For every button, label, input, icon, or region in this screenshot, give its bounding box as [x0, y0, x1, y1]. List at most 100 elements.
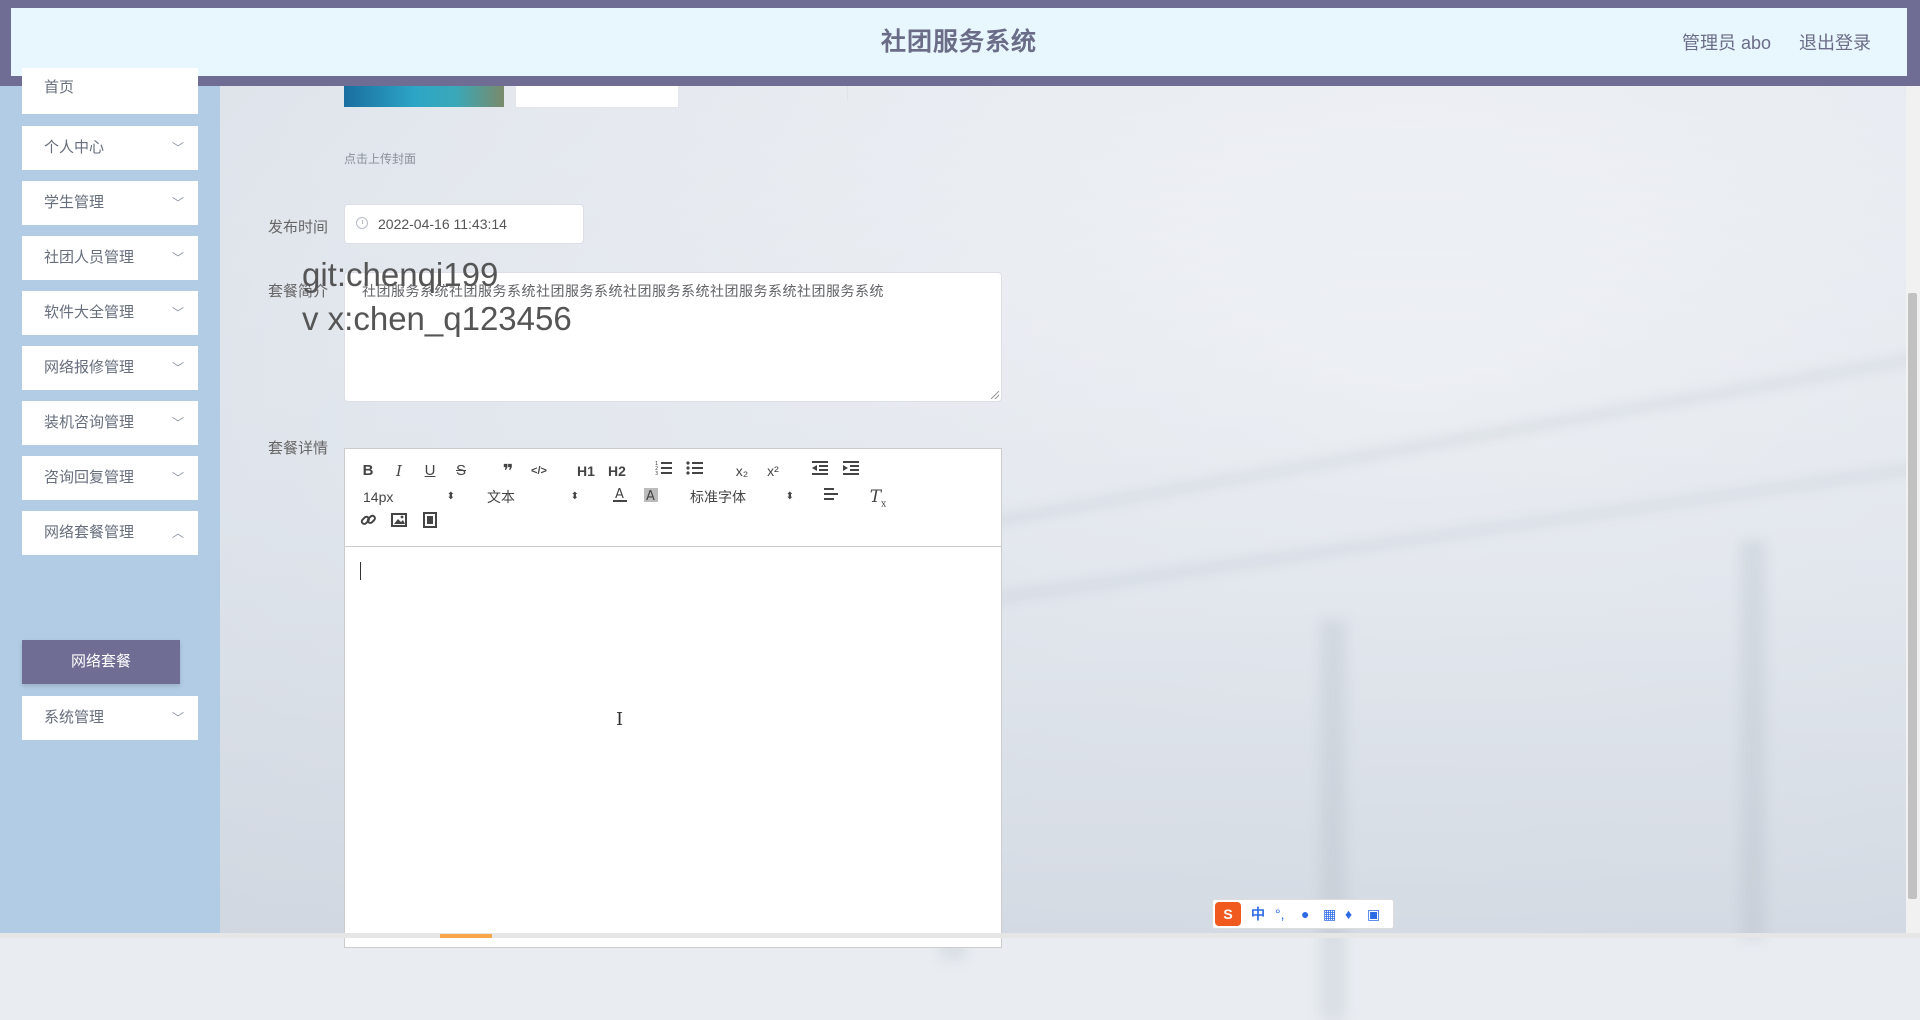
svg-text:A: A [646, 489, 655, 504]
text-cursor [360, 562, 361, 580]
mouse-ibeam-icon: I [616, 709, 624, 730]
keyboard-icon[interactable]: ▦ [1323, 900, 1336, 928]
chevron-down-icon: ﹀ [171, 416, 184, 430]
microphone-icon[interactable]: ● [1301, 900, 1309, 928]
sidebar-item-label: 个人中心 [44, 139, 105, 156]
sidebar-item-network-repair[interactable]: 网络报修管理 ﹀ [22, 346, 198, 390]
background-color-button[interactable]: A [639, 486, 663, 508]
bold-button[interactable]: B [356, 460, 380, 482]
rich-text-editor: B I U S ❞ </> H1 H2 123 x₂ x² 14px ⬍ 文本 … [344, 448, 1002, 948]
subscript-button[interactable]: x₂ [730, 460, 754, 482]
indent-icon [843, 461, 859, 475]
align-button[interactable] [819, 486, 843, 508]
ime-mode[interactable]: 中 [1251, 900, 1265, 928]
sidebar-subitem-network-package[interactable]: 网络套餐 [22, 640, 180, 684]
chevron-down-icon: ﹀ [171, 711, 184, 725]
scrollbar-thumb[interactable] [1908, 293, 1917, 899]
block-format-value: 文本 [487, 489, 515, 505]
font-family-value: 标准字体 [690, 489, 746, 505]
sidebar-item-label: 软件大全管理 [44, 304, 135, 321]
sidebar-item-network-package[interactable]: 网络套餐管理 ︿ [22, 511, 198, 555]
sidebar-item-label: 网络套餐管理 [44, 524, 135, 541]
clean-format-button[interactable]: Tx [866, 486, 890, 510]
block-format-select[interactable]: 文本 ⬍ [487, 486, 579, 508]
blockquote-button[interactable]: ❞ [496, 460, 520, 482]
publish-time-label: 发布时间 [268, 219, 329, 236]
chevron-down-icon: ﹀ [171, 306, 184, 320]
chevron-down-icon: ﹀ [171, 361, 184, 375]
sidebar-item-install-consult[interactable]: 装机咨询管理 ﹀ [22, 401, 198, 445]
sidebar-item-label: 学生管理 [44, 194, 105, 211]
font-color-icon: A [613, 487, 627, 502]
sidebar-item-label: 装机咨询管理 [44, 414, 135, 431]
svg-text:A: A [615, 487, 624, 502]
cover-upload-box[interactable] [515, 86, 679, 108]
image-icon [391, 513, 407, 527]
sidebar-item-label: 网络报修管理 [44, 359, 135, 376]
indent-button[interactable] [839, 460, 863, 482]
code-block-button[interactable]: </> [527, 460, 551, 482]
sidebar-item-label: 首页 [44, 79, 75, 96]
sidebar-item-consult-reply[interactable]: 咨询回复管理 ﹀ [22, 456, 198, 500]
sidebar: 首页 个人中心 ﹀ 学生管理 ﹀ 社团人员管理 ﹀ 软件大全管理 ﹀ 网络报修管理 ﹀ 装… [0, 68, 220, 938]
outdent-button[interactable] [808, 460, 832, 482]
header2-button[interactable]: H2 [605, 460, 629, 482]
publish-time-input[interactable]: 2022-04-16 11:43:14 [344, 204, 584, 244]
clear-format-icon: Tx [869, 487, 887, 510]
video-icon [423, 512, 437, 528]
font-size-value: 14px [363, 489, 394, 505]
skin-icon[interactable]: ♦ [1345, 900, 1352, 928]
sidebar-item-label: 咨询回复管理 [44, 469, 135, 486]
bullet-list-button[interactable] [683, 460, 707, 482]
link-icon [360, 514, 376, 525]
chevron-down-icon: ﹀ [171, 471, 184, 485]
clock-icon [356, 217, 368, 229]
select-arrow-icon: ⬍ [570, 491, 579, 502]
sidebar-item-home[interactable]: 首页 [22, 68, 198, 114]
link-button[interactable] [356, 512, 380, 534]
sidebar-item-system[interactable]: 系统管理 ﹀ [22, 696, 198, 740]
current-user: 管理员 abo [1682, 33, 1772, 53]
header1-button[interactable]: H1 [574, 460, 598, 482]
cover-image[interactable] [344, 86, 504, 107]
font-color-button[interactable]: A [608, 486, 632, 508]
superscript-button[interactable]: x² [761, 460, 785, 482]
sidebar-item-label: 系统管理 [44, 709, 105, 726]
ordered-list-icon: 123 [655, 461, 672, 477]
font-family-select[interactable]: 标准字体 ⬍ [690, 486, 794, 508]
underline-button[interactable]: U [418, 460, 442, 482]
background-decoration [1320, 620, 1346, 1020]
chevron-down-icon: ﹀ [171, 196, 184, 210]
ime-toolbar[interactable]: S 中 °, ● ▦ ♦ ▣ [1212, 899, 1394, 929]
toolbox-icon[interactable]: ▣ [1367, 900, 1380, 928]
font-size-select[interactable]: 14px ⬍ [363, 486, 455, 508]
resize-handle-icon[interactable] [991, 391, 999, 399]
logout-link[interactable]: 退出登录 [1799, 8, 1871, 76]
sidebar-item-students[interactable]: 学生管理 ﹀ [22, 181, 198, 225]
chevron-up-icon: ︿ [171, 526, 184, 540]
image-button[interactable] [387, 512, 411, 534]
background-decoration [1740, 540, 1766, 940]
sidebar-item-personal-center[interactable]: 个人中心 ﹀ [22, 126, 198, 170]
highlight-icon: A [644, 488, 658, 504]
bullet-list-icon [686, 461, 703, 475]
video-button[interactable] [418, 512, 442, 534]
align-left-icon [824, 488, 838, 500]
sidebar-item-software[interactable]: 软件大全管理 ﹀ [22, 291, 198, 335]
chevron-down-icon: ﹀ [171, 141, 184, 155]
bottom-strip [0, 933, 1920, 938]
sidebar-item-label: 社团人员管理 [44, 249, 135, 266]
editor-toolbar: B I U S ❞ </> H1 H2 123 x₂ x² 14px ⬍ 文本 … [345, 449, 1001, 547]
watermark-line2: v x:chen_q123456 [302, 300, 572, 337]
detail-label: 套餐详情 [268, 440, 329, 457]
strike-button[interactable]: S [449, 460, 473, 482]
header: 社团服务系统 管理员 abo 退出登录 [11, 8, 1907, 76]
ime-punctuation[interactable]: °, [1275, 900, 1285, 928]
publish-time-value: 2022-04-16 11:43:14 [378, 216, 507, 232]
ordered-list-button[interactable]: 123 [652, 460, 676, 482]
scrollbar[interactable] [1906, 86, 1920, 938]
divider [847, 86, 848, 100]
sidebar-item-club-members[interactable]: 社团人员管理 ﹀ [22, 236, 198, 280]
svg-text:3: 3 [655, 471, 658, 476]
italic-button[interactable]: I [387, 460, 411, 482]
